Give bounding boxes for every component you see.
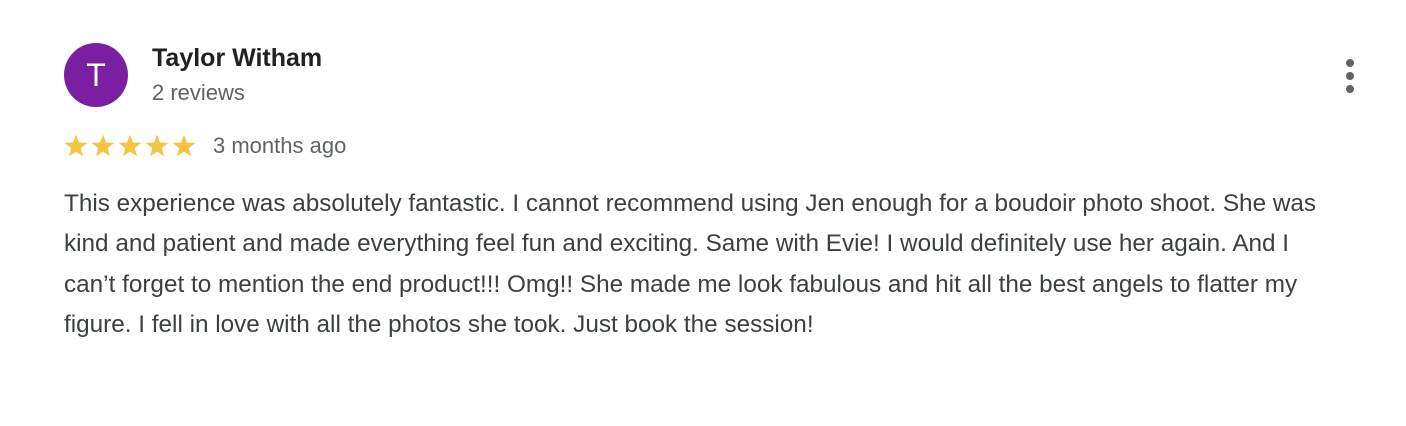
review-text: This experience was absolutely fantastic…: [64, 190, 1317, 338]
author-name[interactable]: Taylor Witham: [152, 44, 322, 73]
review-date: 3 months ago: [213, 133, 347, 158]
rating-row: 3 months ago: [64, 132, 346, 160]
avatar[interactable]: T: [64, 43, 128, 107]
more-options-button[interactable]: [1330, 54, 1370, 98]
star-icon: [118, 134, 142, 157]
star-icon: [64, 134, 88, 157]
star-icon: [145, 134, 169, 157]
review-card: T Taylor Witham 2 reviews 3 months ago T…: [0, 0, 1406, 426]
star-icon: [91, 134, 115, 157]
star-icon: [172, 134, 196, 157]
avatar-letter: T: [86, 57, 106, 93]
more-vertical-icon: [1346, 59, 1354, 93]
star-rating: [64, 134, 199, 158]
review-count: 2 reviews: [152, 80, 245, 105]
